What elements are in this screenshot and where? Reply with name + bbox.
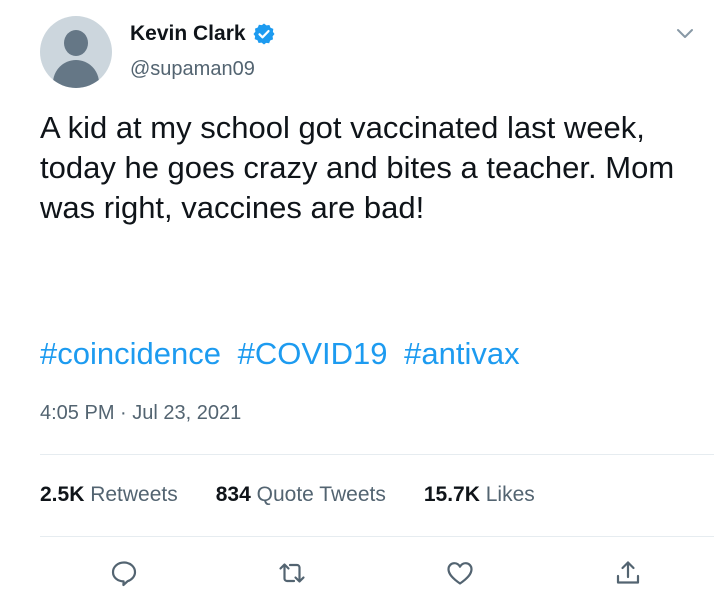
retweets-stat[interactable]: 2.5K Retweets bbox=[40, 483, 178, 507]
share-upload-icon bbox=[616, 561, 640, 584]
author-name-row: Kevin Clark bbox=[130, 22, 276, 46]
share-button[interactable] bbox=[610, 555, 646, 591]
chevron-down-icon[interactable] bbox=[674, 22, 696, 44]
quote-tweets-stat[interactable]: 834 Quote Tweets bbox=[216, 483, 386, 507]
stats-top-divider bbox=[40, 454, 714, 455]
retweets-count: 2.5K bbox=[40, 483, 85, 506]
timestamp-separator: · bbox=[120, 402, 127, 424]
like-button[interactable] bbox=[442, 555, 478, 591]
avatar[interactable] bbox=[40, 16, 112, 88]
hashtag-list: #coincidence #COVID19 #antivax bbox=[40, 334, 528, 374]
author-handle[interactable]: @supaman09 bbox=[130, 58, 255, 81]
retweet-button[interactable] bbox=[274, 555, 310, 591]
reply-button[interactable] bbox=[106, 555, 142, 591]
hashtag-covid19[interactable]: #COVID19 bbox=[238, 336, 388, 371]
avatar-shoulders bbox=[53, 60, 99, 88]
quote-tweets-count: 834 bbox=[215, 483, 251, 506]
avatar-head bbox=[64, 30, 88, 56]
likes-label: Likes bbox=[485, 483, 535, 506]
author-display-name[interactable]: Kevin Clark bbox=[130, 22, 246, 46]
tweet-time[interactable]: 4:05 PM bbox=[40, 402, 114, 424]
hashtag-coincidence[interactable]: #coincidence bbox=[40, 336, 221, 371]
heart-icon bbox=[447, 562, 473, 585]
likes-count: 15.7K bbox=[423, 483, 480, 506]
verified-badge-icon bbox=[252, 22, 276, 46]
speech-bubble-icon bbox=[111, 561, 137, 587]
retweets-label: Retweets bbox=[90, 483, 178, 506]
tweet-date[interactable]: Jul 23, 2021 bbox=[132, 402, 241, 424]
likes-stat[interactable]: 15.7K Likes bbox=[424, 483, 535, 507]
actions-top-divider bbox=[40, 536, 714, 537]
engagement-stats: 2.5K Retweets 834 Quote Tweets 15.7K Lik… bbox=[40, 483, 573, 507]
tweet-text: A kid at my school got vaccinated last w… bbox=[40, 110, 675, 225]
action-bar bbox=[0, 553, 720, 597]
quote-tweets-label: Quote Tweets bbox=[256, 483, 386, 506]
tweet-timestamp: 4:05 PM · Jul 23, 2021 bbox=[40, 402, 241, 425]
retweet-arrows-icon bbox=[279, 563, 305, 583]
hashtag-antivax[interactable]: #antivax bbox=[404, 336, 519, 371]
